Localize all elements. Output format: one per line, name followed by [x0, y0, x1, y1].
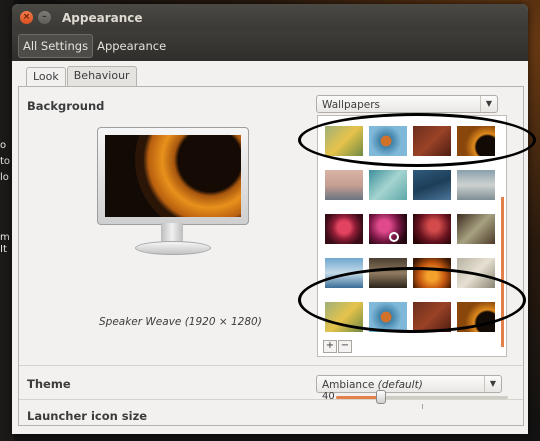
- title-bar[interactable]: × – Appearance: [12, 4, 528, 31]
- look-panel: Background Speaker Weave (1920 × 1280) W…: [18, 86, 524, 426]
- desktop-text-fragment: m: [0, 232, 10, 243]
- wallpaper-source-value: Wallpapers: [322, 99, 380, 111]
- monitor-stand: [161, 223, 183, 243]
- tab-bar: Look Behaviour: [26, 66, 524, 87]
- window-title: Appearance: [62, 10, 143, 25]
- tab-look[interactable]: Look: [26, 67, 66, 87]
- wallpaper-gallery[interactable]: + −: [317, 115, 507, 357]
- wallpaper-thumb[interactable]: [369, 170, 407, 200]
- tab-behaviour[interactable]: Behaviour: [66, 66, 137, 86]
- launcher-size-value: 40: [322, 391, 335, 402]
- wallpaper-thumb[interactable]: [369, 302, 407, 332]
- slider-tick: [422, 404, 423, 409]
- monitor-base: [135, 241, 211, 255]
- remove-wallpaper-button[interactable]: −: [338, 340, 352, 353]
- speaker-weave-image: [135, 135, 241, 217]
- minimize-button[interactable]: –: [38, 11, 51, 24]
- wallpaper-caption: Speaker Weave (1920 × 1280): [99, 316, 262, 328]
- main-content: Look Behaviour Background Speaker Weave …: [18, 66, 524, 426]
- close-button[interactable]: ×: [20, 11, 33, 24]
- preview-screen: [105, 135, 241, 217]
- theme-label: Theme: [27, 377, 71, 391]
- wallpaper-thumb[interactable]: [457, 302, 495, 332]
- all-settings-button[interactable]: All Settings: [18, 34, 94, 58]
- background-label: Background: [27, 99, 105, 113]
- wallpaper-thumb[interactable]: [325, 302, 363, 332]
- add-wallpaper-button[interactable]: +: [323, 340, 337, 353]
- wallpaper-preview: [97, 127, 249, 257]
- theme-value: Ambiance: [322, 379, 375, 391]
- wallpaper-thumb[interactable]: [413, 126, 451, 156]
- wallpaper-thumb[interactable]: [325, 126, 363, 156]
- wallpaper-thumb[interactable]: [413, 258, 451, 288]
- desktop-text-fragment: lo: [0, 172, 9, 183]
- wallpaper-thumb[interactable]: [413, 302, 451, 332]
- theme-select[interactable]: Ambiance (default) ▼: [316, 375, 502, 393]
- desktop-text-fragment: o: [0, 140, 7, 151]
- appearance-window: × – Appearance All Settings Appearance L…: [12, 4, 528, 434]
- chevron-down-icon: ▼: [484, 376, 501, 392]
- wallpaper-thumb[interactable]: [325, 214, 363, 244]
- wallpaper-thumb[interactable]: [369, 214, 407, 244]
- clock-icon: [389, 232, 399, 242]
- monitor-frame: [97, 127, 249, 225]
- wallpaper-thumb[interactable]: [457, 170, 495, 200]
- divider: [19, 399, 523, 400]
- wallpaper-thumb[interactable]: [457, 258, 495, 288]
- wallpaper-thumb[interactable]: [325, 170, 363, 200]
- wallpaper-source-select[interactable]: Wallpapers ▼: [316, 95, 498, 113]
- wallpaper-thumb[interactable]: [457, 126, 495, 156]
- desktop-text-fragment: It: [0, 244, 7, 255]
- wallpaper-thumb[interactable]: [413, 214, 451, 244]
- slider-track[interactable]: [386, 396, 508, 399]
- chevron-down-icon: ▼: [480, 96, 497, 112]
- wallpaper-thumb[interactable]: [413, 170, 451, 200]
- wallpaper-thumb[interactable]: [325, 258, 363, 288]
- wallpaper-thumb[interactable]: [369, 258, 407, 288]
- wallpaper-thumb[interactable]: [457, 214, 495, 244]
- divider: [19, 365, 523, 366]
- desktop-text-fragment: to: [0, 156, 11, 167]
- launcher-icon-size-label: Launcher icon size: [27, 409, 148, 423]
- launcher-size-slider-handle[interactable]: [376, 390, 386, 404]
- wallpaper-thumb[interactable]: [369, 126, 407, 156]
- breadcrumb: All Settings Appearance: [12, 31, 528, 61]
- gallery-scrollbar[interactable]: [501, 197, 504, 347]
- theme-default-suffix: (default): [377, 379, 423, 391]
- breadcrumb-current[interactable]: Appearance: [93, 35, 170, 57]
